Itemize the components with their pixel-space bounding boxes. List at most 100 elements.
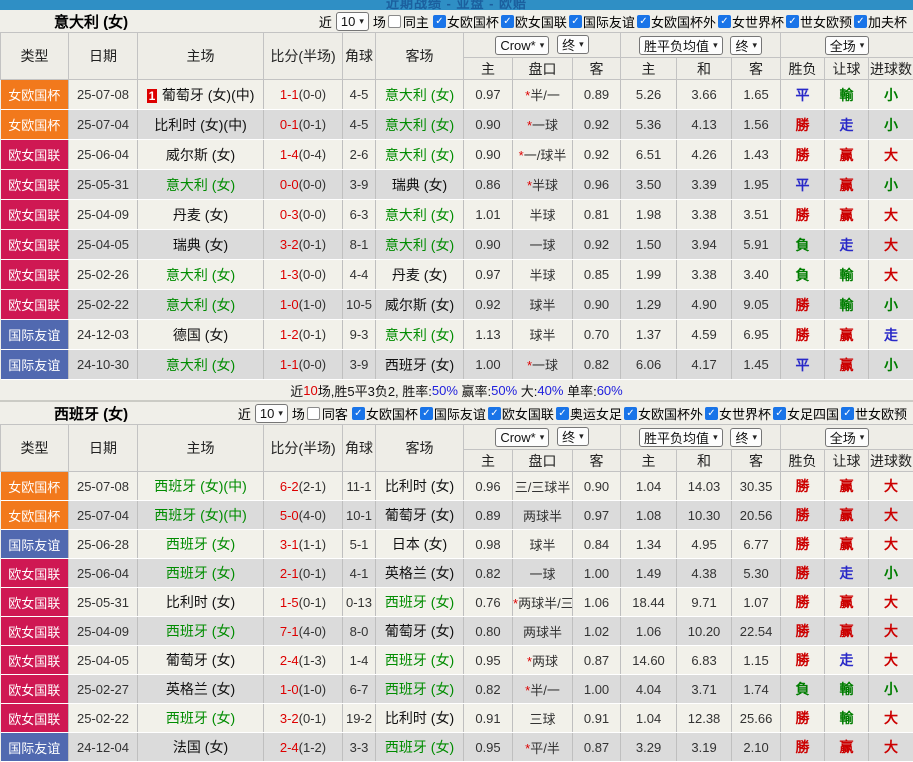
away-team[interactable]: 丹麦 (女): [392, 267, 447, 283]
league-filter[interactable]: ✓欧女国联: [501, 12, 567, 31]
home-team[interactable]: 葡萄牙 (女)(中): [162, 87, 255, 103]
checkbox-checked-icon[interactable]: ✓: [705, 407, 718, 420]
away-team[interactable]: 瑞典 (女): [392, 177, 447, 193]
league-filter[interactable]: ✓女欧国杯外: [624, 404, 703, 423]
league-filter[interactable]: ✓国际友谊: [420, 404, 486, 423]
home-team-cell: 意大利 (女): [138, 290, 264, 320]
avg-stage-select[interactable]: 终 ▾: [730, 428, 762, 447]
away-team[interactable]: 西班牙 (女): [385, 739, 454, 755]
away-team[interactable]: 英格兰 (女): [385, 565, 454, 581]
away-team[interactable]: 威尔斯 (女): [385, 297, 454, 313]
odds-company-select[interactable]: Crow* ▾: [495, 36, 549, 55]
home-team[interactable]: 西班牙 (女)(中): [154, 478, 247, 494]
league-filter[interactable]: ✓女欧国杯: [433, 12, 499, 31]
checkbox-checked-icon[interactable]: ✓: [854, 15, 867, 28]
odds-stage-select[interactable]: 终 ▾: [557, 35, 589, 54]
away-team-cell: 比利时 (女): [376, 704, 464, 733]
league-filter[interactable]: ✓女足四国: [773, 404, 839, 423]
avg-win-odds: 1.29: [621, 290, 677, 320]
avg-stage-select[interactable]: 终 ▾: [730, 36, 762, 55]
home-team[interactable]: 意大利 (女): [166, 177, 235, 193]
top-nav-links[interactable]: 近期战绩 - 亚盘 - 欧赔: [0, 0, 913, 10]
away-team[interactable]: 意大利 (女): [385, 147, 454, 163]
avg-draw-odds: 3.19: [677, 733, 732, 762]
away-team[interactable]: 意大利 (女): [385, 87, 454, 103]
league-filter[interactable]: ✓女世界杯: [718, 12, 784, 31]
avg-draw-odds: 4.95: [677, 530, 732, 559]
avg-win-odds: 1.37: [621, 320, 677, 350]
home-team[interactable]: 英格兰 (女): [166, 681, 235, 697]
away-team[interactable]: 西班牙 (女): [385, 652, 454, 668]
same-venue-checkbox[interactable]: [388, 15, 401, 28]
league-filter[interactable]: ✓女世界杯: [705, 404, 771, 423]
checkbox-checked-icon[interactable]: ✓: [433, 15, 446, 28]
full-time-score: 3-2: [280, 711, 299, 726]
match-row: 女欧国杯 25-07-08 西班牙 (女)(中) 6-2(2-1) 11-1 比…: [1, 472, 913, 501]
col-header-avg-win: 主: [621, 450, 677, 472]
home-team[interactable]: 意大利 (女): [166, 267, 235, 283]
avg-type-select[interactable]: 胜平负均值 ▾: [639, 36, 723, 55]
away-team[interactable]: 葡萄牙 (女): [385, 623, 454, 639]
checkbox-checked-icon[interactable]: ✓: [420, 407, 433, 420]
home-team[interactable]: 西班牙 (女): [166, 536, 235, 552]
checkbox-checked-icon[interactable]: ✓: [718, 15, 731, 28]
handicap-result: 走: [825, 559, 869, 588]
odds-stage-select[interactable]: 终 ▾: [557, 427, 589, 446]
home-team[interactable]: 丹麦 (女): [173, 207, 228, 223]
recent-count-select[interactable]: 10 ▾: [255, 404, 288, 423]
scope-select[interactable]: 全场 ▾: [825, 428, 870, 447]
same-venue-checkbox[interactable]: [307, 407, 320, 420]
away-team[interactable]: 葡萄牙 (女): [385, 507, 454, 523]
checkbox-checked-icon[interactable]: ✓: [786, 15, 799, 28]
home-team[interactable]: 意大利 (女): [166, 297, 235, 313]
home-team[interactable]: 葡萄牙 (女): [166, 652, 235, 668]
away-team[interactable]: 西班牙 (女): [385, 594, 454, 610]
home-team[interactable]: 比利时 (女): [166, 594, 235, 610]
league-filter[interactable]: ✓女欧国杯: [352, 404, 418, 423]
league-filter[interactable]: ✓欧女国联: [488, 404, 554, 423]
checkbox-checked-icon[interactable]: ✓: [773, 407, 786, 420]
home-team[interactable]: 德国 (女): [173, 327, 228, 343]
checkbox-checked-icon[interactable]: ✓: [556, 407, 569, 420]
avg-type-select[interactable]: 胜平负均值 ▾: [639, 428, 723, 447]
checkbox-checked-icon[interactable]: ✓: [841, 407, 854, 420]
away-team[interactable]: 比利时 (女): [385, 710, 454, 726]
scope-select[interactable]: 全场 ▾: [825, 36, 870, 55]
away-team[interactable]: 日本 (女): [392, 536, 447, 552]
checkbox-checked-icon[interactable]: ✓: [624, 407, 637, 420]
checkbox-checked-icon[interactable]: ✓: [488, 407, 501, 420]
odds-company-select[interactable]: Crow* ▾: [495, 428, 549, 447]
away-team[interactable]: 西班牙 (女): [385, 357, 454, 373]
competition-type-cell: 女欧国杯: [1, 501, 69, 530]
league-filter[interactable]: ✓世女欧预: [786, 12, 852, 31]
home-team[interactable]: 意大利 (女): [166, 357, 235, 373]
checkbox-checked-icon[interactable]: ✓: [569, 15, 582, 28]
win-draw-loss-result: 勝: [781, 559, 825, 588]
home-team[interactable]: 威尔斯 (女): [166, 147, 235, 163]
home-team[interactable]: 比利时 (女)(中): [154, 117, 247, 133]
home-team[interactable]: 西班牙 (女): [166, 710, 235, 726]
league-filter[interactable]: ✓奥运女足: [556, 404, 622, 423]
league-filter[interactable]: ✓国际友谊: [569, 12, 635, 31]
home-team[interactable]: 西班牙 (女): [166, 623, 235, 639]
checkbox-checked-icon[interactable]: ✓: [637, 15, 650, 28]
away-team[interactable]: 意大利 (女): [385, 117, 454, 133]
league-filter[interactable]: ✓加夫杯: [854, 12, 907, 31]
home-team[interactable]: 瑞典 (女): [173, 237, 228, 253]
home-team[interactable]: 法国 (女): [173, 739, 228, 755]
away-team[interactable]: 意大利 (女): [385, 207, 454, 223]
away-team[interactable]: 西班牙 (女): [385, 681, 454, 697]
checkbox-checked-icon[interactable]: ✓: [501, 15, 514, 28]
away-team[interactable]: 意大利 (女): [385, 237, 454, 253]
league-filter[interactable]: ✓世女欧预: [841, 404, 907, 423]
league-filter[interactable]: ✓女欧国杯外: [637, 12, 716, 31]
recent-count-select[interactable]: 10 ▾: [336, 12, 369, 31]
away-team[interactable]: 意大利 (女): [385, 327, 454, 343]
match-date: 25-04-09: [69, 617, 138, 646]
home-team[interactable]: 西班牙 (女)(中): [154, 507, 247, 523]
home-team[interactable]: 西班牙 (女): [166, 565, 235, 581]
chevron-down-icon: ▾: [540, 40, 545, 51]
summary-part: 场,胜5平3负2, 胜率:: [318, 381, 432, 400]
away-team[interactable]: 比利时 (女): [385, 478, 454, 494]
checkbox-checked-icon[interactable]: ✓: [352, 407, 365, 420]
